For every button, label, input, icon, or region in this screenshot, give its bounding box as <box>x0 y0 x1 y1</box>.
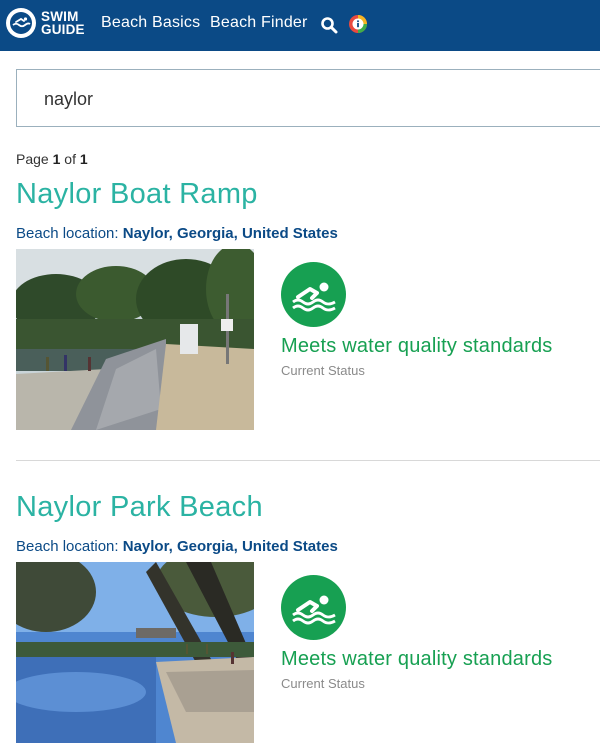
pagination-summary: Page 1 of 1 <box>16 151 88 167</box>
results-divider <box>16 460 600 461</box>
search-input-value: naylor <box>44 89 94 109</box>
swimming-status-icon <box>281 262 346 327</box>
page-label: Page <box>16 151 49 167</box>
language-selector-icon[interactable] <box>348 14 368 34</box>
swimming-status-icon <box>281 575 346 640</box>
logo-line-2: GUIDE <box>41 22 85 37</box>
water-quality-status: Meets water quality standards <box>281 335 553 357</box>
current-page: 1 <box>52 151 61 167</box>
water-quality-status: Meets water quality standards <box>281 648 553 670</box>
current-status-label: Current Status <box>281 676 365 691</box>
current-status-label: Current Status <box>281 363 365 378</box>
swim-guide-logo[interactable]: SWIM GUIDE <box>6 8 85 38</box>
search-icon[interactable] <box>320 16 338 34</box>
beach-title-link[interactable]: Naylor Boat Ramp <box>16 178 258 211</box>
nav-beach-basics[interactable]: Beach Basics <box>101 14 200 32</box>
beach-location-label: Beach location: <box>16 225 119 242</box>
beach-photo[interactable] <box>16 562 254 743</box>
beach-title-link[interactable]: Naylor Park Beach <box>16 491 263 524</box>
swimmer-logo-icon <box>6 8 36 38</box>
top-navigation-bar: SWIM GUIDE Beach Basics Beach Finder <box>0 0 600 51</box>
beach-location-value[interactable]: Naylor, Georgia, United States <box>123 538 338 555</box>
page-of-label: of <box>64 151 76 167</box>
search-input[interactable]: naylor <box>16 69 600 127</box>
beach-location-value[interactable]: Naylor, Georgia, United States <box>123 225 338 242</box>
beach-location: Beach location: Naylor, Georgia, United … <box>16 538 338 555</box>
total-pages: 1 <box>79 151 88 167</box>
logo-wordmark: SWIM GUIDE <box>41 10 85 37</box>
beach-location-label: Beach location: <box>16 538 119 555</box>
nav-beach-finder[interactable]: Beach Finder <box>210 14 308 32</box>
beach-location: Beach location: Naylor, Georgia, United … <box>16 225 338 242</box>
beach-photo[interactable] <box>16 249 254 430</box>
